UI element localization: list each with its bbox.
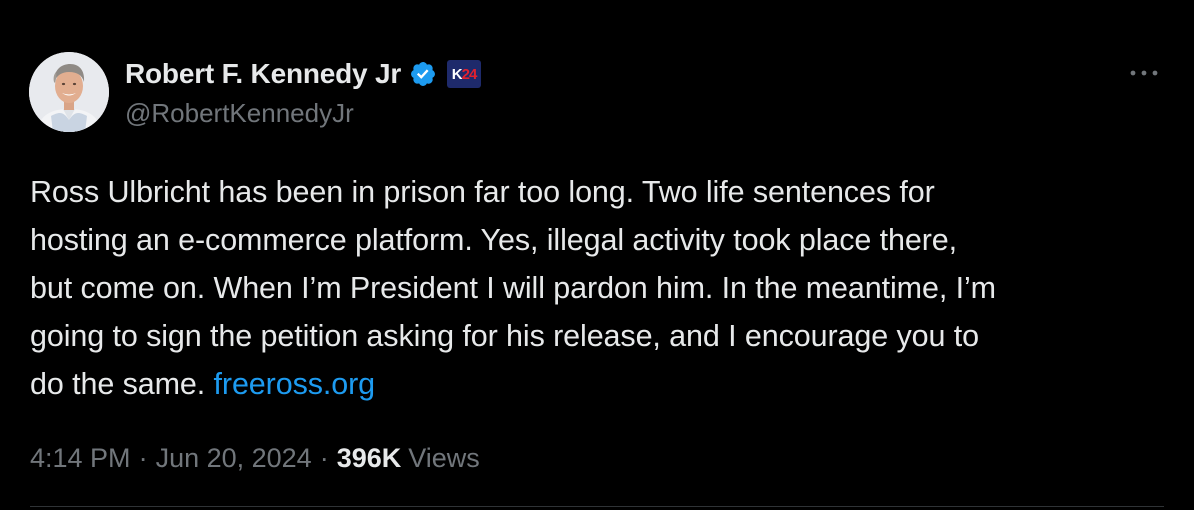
campaign-badge-number: 24 bbox=[461, 65, 478, 83]
tweet-text-line-end: do the same. bbox=[30, 367, 214, 401]
divider bbox=[30, 506, 1164, 507]
campaign-badge-icon[interactable]: K 24 bbox=[447, 60, 482, 88]
tweet-link[interactable]: freeross.org bbox=[214, 367, 376, 401]
meta-separator: · bbox=[319, 442, 329, 473]
tweet-text-last-line: do the same. freeross.org bbox=[30, 360, 1170, 408]
tweet-time[interactable]: 4:14 PM bbox=[30, 443, 131, 474]
views-label[interactable]: Views bbox=[408, 443, 480, 474]
author-handle[interactable]: @RobertKennedyJr bbox=[125, 98, 354, 129]
tweet-text: Ross Ulbricht has been in prison far too… bbox=[30, 168, 1170, 408]
avatar[interactable] bbox=[29, 52, 109, 132]
more-options-button[interactable] bbox=[1124, 58, 1164, 88]
meta-separator: · bbox=[138, 442, 148, 473]
views-count[interactable]: 396K bbox=[337, 443, 402, 474]
avatar-image bbox=[29, 52, 109, 132]
tweet-metadata: 4:14 PM · Jun 20, 2024 · 396K Views bbox=[30, 438, 480, 478]
tweet-card[interactable]: Robert F. Kennedy Jr K 24 @RobertKennedyJ… bbox=[0, 0, 1194, 510]
author-name-row: Robert F. Kennedy Jr K 24 bbox=[125, 54, 482, 94]
tweet-text-line: going to sign the petition asking for hi… bbox=[30, 319, 979, 353]
tweet-text-line: Ross Ulbricht has been in prison far too… bbox=[30, 175, 935, 209]
verified-badge-icon[interactable] bbox=[409, 60, 437, 88]
tweet-text-line: hosting an e-commerce platform. Yes, ill… bbox=[30, 223, 958, 257]
author-display-name[interactable]: Robert F. Kennedy Jr bbox=[125, 58, 401, 90]
tweet-date[interactable]: Jun 20, 2024 bbox=[156, 443, 312, 474]
campaign-badge-letter: K bbox=[451, 65, 463, 83]
more-horizontal-icon bbox=[1130, 70, 1158, 76]
tweet-text-line: but come on. When I’m President I will p… bbox=[30, 271, 996, 305]
